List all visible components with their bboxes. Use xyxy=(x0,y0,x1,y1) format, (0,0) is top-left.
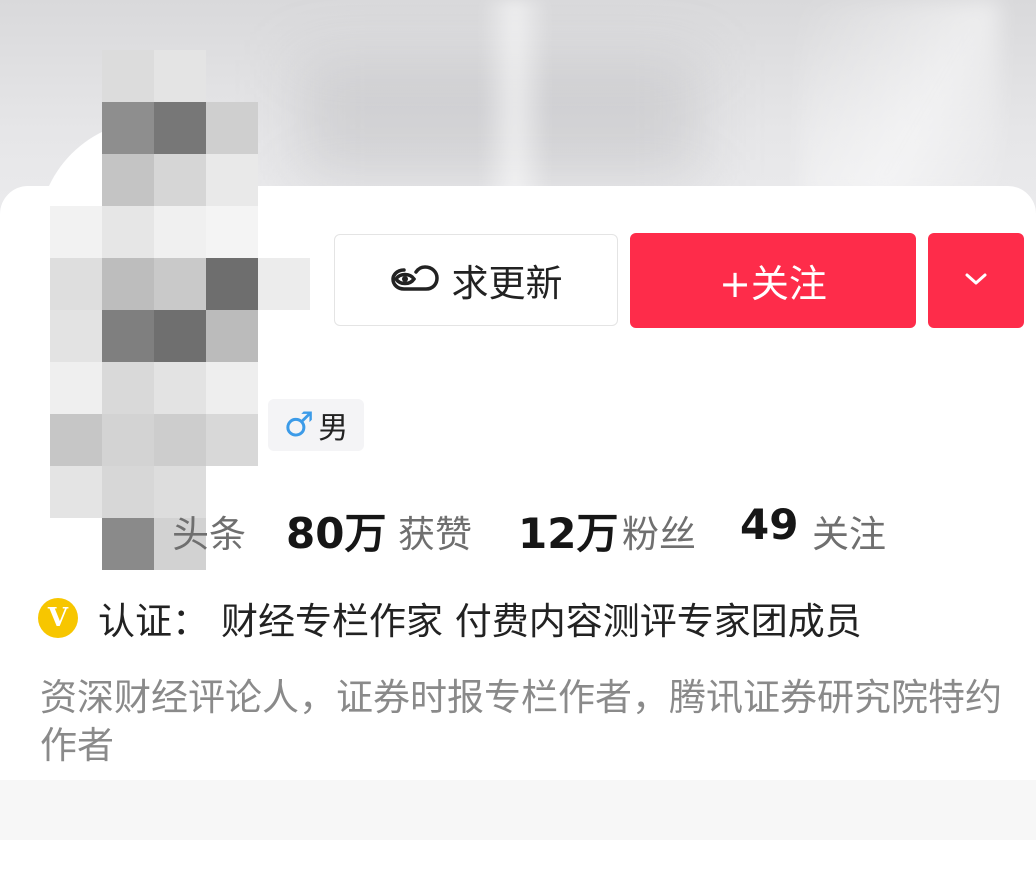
following-count[interactable]: 49 xyxy=(740,500,798,549)
request-update-button[interactable]: 求更新 xyxy=(334,234,618,326)
likes-label: 获赞 xyxy=(398,513,472,556)
eye-cloud-icon xyxy=(390,260,440,300)
verification-prefix: 认证： xyxy=(98,600,209,643)
follow-label: +关注 xyxy=(719,262,827,306)
verification-text: 财经专栏作家 付费内容测评专家团成员 xyxy=(221,600,862,643)
profile-bio: 资深财经评论人，证券时报专栏作者，腾讯证券研究院特约作者 xyxy=(40,676,1002,767)
background-light-stripe xyxy=(480,0,550,200)
background-light-stripe xyxy=(800,0,1000,200)
request-update-label: 求更新 xyxy=(451,262,563,305)
followers-label: 粉丝 xyxy=(622,513,696,556)
more-options-button[interactable] xyxy=(928,233,1024,328)
verified-badge-icon: V xyxy=(38,598,78,638)
profile-card-footer xyxy=(0,780,1036,840)
follow-button[interactable]: +关注 xyxy=(630,233,916,328)
following-label: 关注 xyxy=(812,513,886,556)
gender-label: 男 xyxy=(318,411,349,446)
likes-count[interactable]: 80万 xyxy=(286,500,386,561)
verification-row: V 认证： 财经专栏作家 付费内容测评专家团成员 xyxy=(38,594,862,643)
partial-stat-label: 头条 xyxy=(172,513,246,556)
gender-tag: ♂ 男 xyxy=(268,399,364,451)
followers-count[interactable]: 12万 xyxy=(518,500,618,561)
chevron-down-icon xyxy=(962,270,990,292)
male-icon: ♂ xyxy=(283,405,315,445)
